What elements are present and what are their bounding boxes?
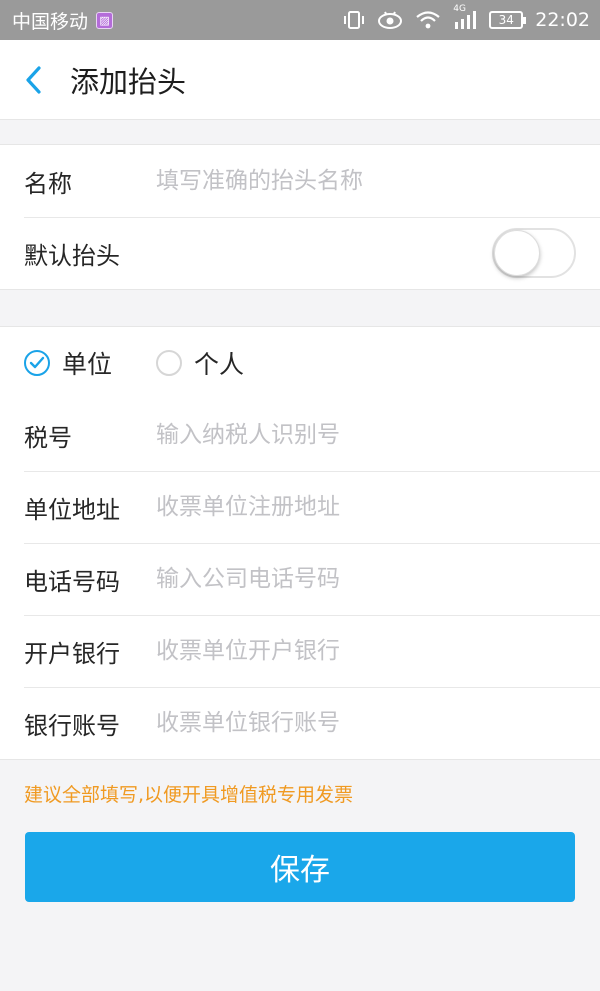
tax-id-input[interactable] <box>156 422 576 448</box>
section-gap <box>0 120 600 144</box>
section-gap <box>0 290 600 326</box>
phone-label: 电话号码 <box>24 567 120 596</box>
status-bar: 中国移动 ▨ 4G 34 22:02 <box>0 0 600 40</box>
vat-hint-text: 建议全部填写,以便开具增值税专用发票 <box>24 784 354 806</box>
name-input[interactable] <box>156 168 576 194</box>
network-type: 4G <box>453 4 466 14</box>
page-title: 添加抬头 <box>70 64 187 99</box>
back-arrow-icon[interactable] <box>24 64 48 96</box>
save-button[interactable]: 保存 <box>25 832 575 902</box>
battery-level: 34 <box>498 13 514 27</box>
signal-icon: 4G <box>453 4 477 30</box>
type-selector: 单位 个人 <box>0 327 600 399</box>
radio-company[interactable]: 单位 <box>24 345 112 381</box>
bank-account-label: 银行账号 <box>24 711 120 740</box>
name-row: 名称 <box>0 145 600 217</box>
bank-label: 开户银行 <box>24 639 120 668</box>
bank-account-row: 银行账号 <box>0 687 600 759</box>
bank-row: 开户银行 <box>0 615 600 687</box>
default-header-row: 默认抬头 <box>0 217 600 289</box>
company-address-input[interactable] <box>156 494 576 520</box>
tax-id-row: 税号 <box>0 399 600 471</box>
sim-card-icon: ▨ <box>96 11 114 29</box>
radio-personal-label: 个人 <box>194 350 245 379</box>
invoice-detail-card: 单位 个人 税号 单位地址 电话号码 开户银行 银行账号 <box>0 326 600 760</box>
toggle-knob <box>494 230 540 276</box>
vibrate-icon <box>343 10 365 30</box>
clock: 22:02 <box>535 9 590 31</box>
header-info-card: 名称 默认抬头 <box>0 144 600 290</box>
name-label: 名称 <box>24 169 72 198</box>
checked-circle-icon <box>24 350 50 376</box>
wifi-icon <box>415 10 441 30</box>
radio-personal[interactable]: 个人 <box>156 345 244 381</box>
nav-bar: 添加抬头 <box>0 40 600 120</box>
unchecked-circle-icon <box>156 350 183 376</box>
default-header-label: 默认抬头 <box>24 241 120 270</box>
phone-row: 电话号码 <box>0 543 600 615</box>
bank-account-input[interactable] <box>156 710 576 736</box>
default-header-toggle[interactable] <box>492 228 576 278</box>
company-address-row: 单位地址 <box>0 471 600 543</box>
eye-icon <box>377 10 403 30</box>
bank-input[interactable] <box>156 638 576 664</box>
tax-id-label: 税号 <box>24 423 72 452</box>
phone-input[interactable] <box>156 566 576 592</box>
radio-company-label: 单位 <box>62 350 113 379</box>
battery-icon: 34 <box>489 11 527 29</box>
company-address-label: 单位地址 <box>24 495 120 524</box>
carrier-name: 中国移动 <box>12 10 89 33</box>
